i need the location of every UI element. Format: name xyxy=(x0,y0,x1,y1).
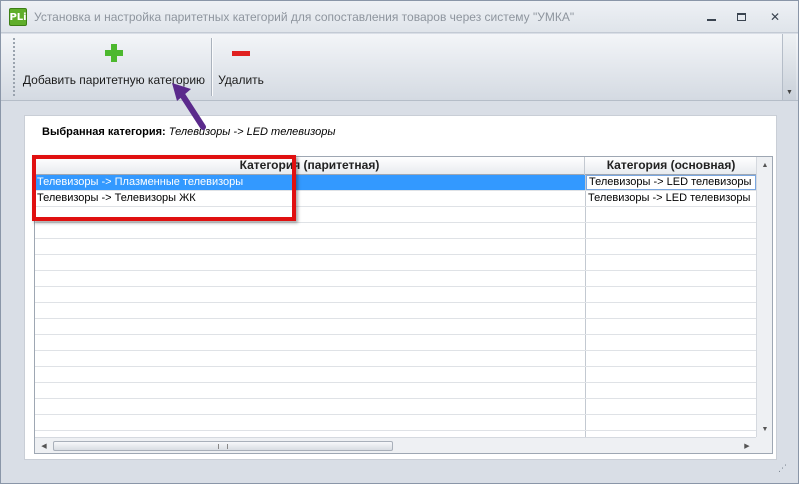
app-icon: PLi xyxy=(9,8,27,26)
scroll-left-icon[interactable]: ◀ xyxy=(37,438,51,453)
empty-table-row[interactable] xyxy=(35,287,756,303)
column-header-parity[interactable]: Категория (паритетная) xyxy=(35,157,585,175)
window-title: Установка и настройка паритетных категор… xyxy=(34,10,575,24)
resize-grip-icon[interactable]: ⋰ xyxy=(778,463,792,477)
empty-table-row[interactable] xyxy=(35,271,756,287)
empty-table-row[interactable] xyxy=(35,239,756,255)
cell-parity-category[interactable]: Телевизоры -> Плазменные телевизоры xyxy=(35,175,585,190)
empty-table-row[interactable] xyxy=(35,351,756,367)
annotation-arrow-icon xyxy=(172,83,206,130)
main-window: PLi Установка и настройка паритетных кат… xyxy=(0,0,799,484)
content-panel: Выбранная категория: Телевизоры -> LED т… xyxy=(24,115,777,460)
empty-table-row[interactable] xyxy=(35,335,756,351)
minus-icon xyxy=(230,42,252,64)
cell-main-category[interactable]: Телевизоры -> LED телевизоры xyxy=(586,191,756,206)
table-row[interactable]: Телевизоры -> Телевизоры ЖК Телевизоры ->… xyxy=(35,191,756,207)
cell-parity-category[interactable]: Телевизоры -> Телевизоры ЖК xyxy=(35,191,585,206)
delete-label: Удалить xyxy=(218,73,264,87)
title-bar[interactable]: PLi Установка и настройка паритетных кат… xyxy=(1,1,798,33)
scrollbar-corner xyxy=(756,437,772,453)
grid-rows: Телевизоры -> Плазменные телевизоры Телев… xyxy=(35,175,756,447)
maximize-icon[interactable] xyxy=(733,9,749,25)
empty-table-row[interactable] xyxy=(35,383,756,399)
category-grid[interactable]: Категория (паритетная) Категория (основн… xyxy=(34,156,773,454)
vertical-scrollbar[interactable]: ▲ ▼ xyxy=(756,157,772,437)
empty-table-row[interactable] xyxy=(35,367,756,383)
scroll-up-icon[interactable]: ▲ xyxy=(757,158,772,172)
empty-table-row[interactable] xyxy=(35,415,756,431)
column-header-main[interactable]: Категория (основная) xyxy=(586,157,756,175)
toolbar-separator xyxy=(211,38,212,96)
empty-table-row[interactable] xyxy=(35,255,756,271)
table-row[interactable]: Телевизоры -> Плазменные телевизоры Телев… xyxy=(35,175,756,191)
scroll-right-icon[interactable]: ▶ xyxy=(740,438,754,453)
empty-table-row[interactable] xyxy=(35,303,756,319)
empty-table-row[interactable] xyxy=(35,207,756,223)
grid-header: Категория (паритетная) Категория (основн… xyxy=(35,157,756,175)
cell-main-category[interactable]: Телевизоры -> LED телевизоры xyxy=(586,175,756,190)
toolbar: Добавить паритетную категорию Удалить ▼ xyxy=(1,34,798,101)
toolbar-grip[interactable] xyxy=(13,38,17,96)
horizontal-scroll-thumb[interactable] xyxy=(53,441,393,451)
delete-button[interactable]: Удалить xyxy=(215,38,267,96)
scroll-down-icon[interactable]: ▼ xyxy=(757,422,772,436)
minimize-icon[interactable] xyxy=(703,9,719,25)
empty-table-row[interactable] xyxy=(35,223,756,239)
close-icon[interactable]: ✕ xyxy=(767,9,783,25)
plus-icon xyxy=(103,42,125,64)
horizontal-scrollbar[interactable]: ◀ ▶ xyxy=(35,437,756,453)
selected-category-label: Выбранная категория: xyxy=(42,126,166,138)
toolbar-overflow-chevron-icon[interactable]: ▼ xyxy=(782,34,796,100)
empty-table-row[interactable] xyxy=(35,319,756,335)
empty-table-row[interactable] xyxy=(35,399,756,415)
